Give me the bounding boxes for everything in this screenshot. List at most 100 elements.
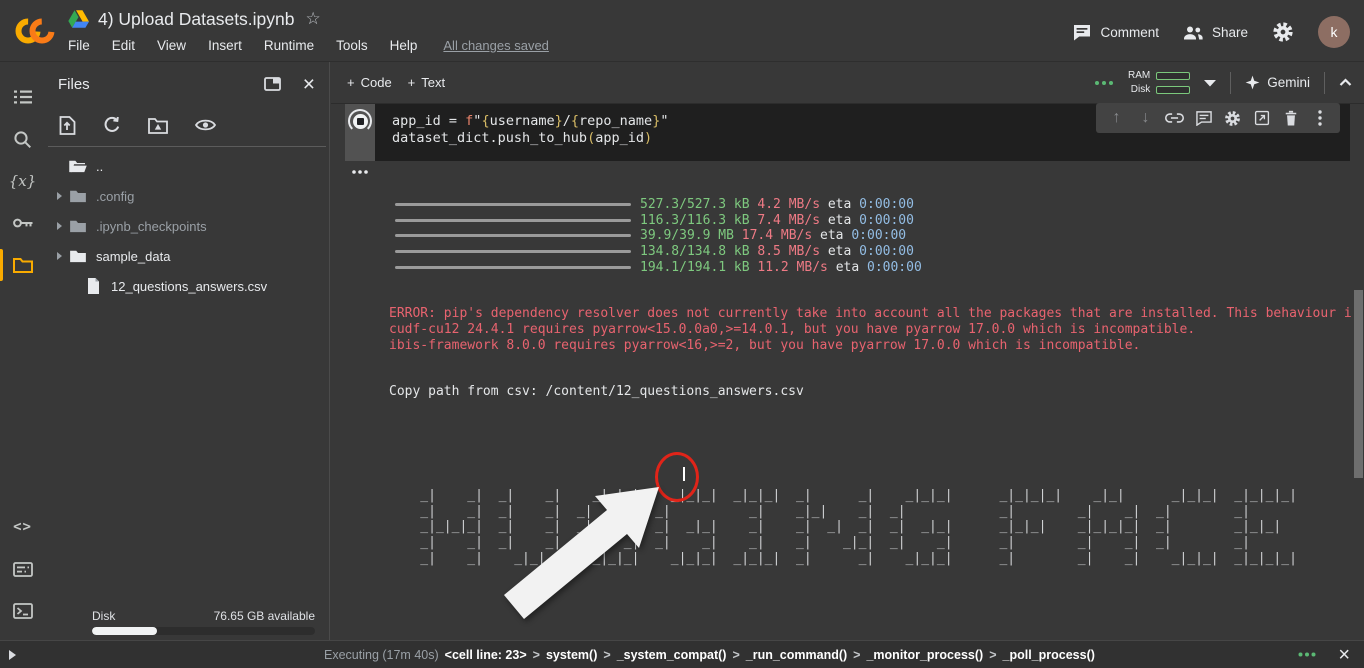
mount-drive-icon[interactable] <box>148 117 168 134</box>
progress-row: 194.1/194.1 kB 11.2 MB/s eta 0:00:00 <box>389 260 1351 276</box>
ram-gauge <box>1156 72 1190 80</box>
hidden-files-eye-icon[interactable] <box>195 118 216 132</box>
progress-amount: 39.9/39.9 MB <box>640 228 734 243</box>
refresh-icon[interactable] <box>103 116 121 134</box>
cell-settings-gear-icon[interactable] <box>1218 110 1247 127</box>
tree-row--config[interactable]: .config <box>45 181 329 211</box>
progress-eta-label: eta <box>820 228 843 243</box>
pip-error-block: ERROR: pip's dependency resolver does no… <box>389 306 1351 353</box>
menu-item-edit[interactable]: Edit <box>112 36 146 55</box>
star-icon[interactable]: ☆ <box>306 9 321 29</box>
mirror-cell-in-tab-icon[interactable] <box>1247 110 1276 126</box>
stack-frame[interactable]: <cell line: 23> <box>445 648 527 662</box>
command-palette-icon[interactable] <box>0 548 45 590</box>
cell-running-stop-button[interactable] <box>348 109 372 133</box>
expand-arrow-icon[interactable] <box>52 222 66 230</box>
disk-label: Disk <box>92 609 115 623</box>
stack-frame[interactable]: _poll_process() <box>1003 648 1095 662</box>
settings-gear-icon[interactable] <box>1272 21 1294 43</box>
table-of-contents-icon[interactable] <box>0 76 45 118</box>
more-vert-icon[interactable] <box>1305 110 1334 126</box>
saved-status[interactable]: All changes saved <box>443 38 549 53</box>
close-panel-icon[interactable]: × <box>303 74 315 95</box>
progress-eta-value: 0:00:00 <box>851 228 906 243</box>
triangle <box>57 222 62 230</box>
progress-eta-value: 0:00:00 <box>859 244 914 259</box>
link-cell-icon[interactable] <box>1160 112 1189 124</box>
files-icon[interactable] <box>0 244 45 286</box>
colab-app: 4) Upload Datasets.ipynb ☆ File Edit View I… <box>0 0 1364 668</box>
status-bar: Executing (17m 40s) <cell line: 23>>syst… <box>0 640 1364 668</box>
progress-speed: 11.2 MB/s <box>757 260 827 275</box>
progress-bar <box>395 203 631 206</box>
plus-icon: + <box>347 75 355 90</box>
code-token: app_id <box>595 130 644 146</box>
notebook-toolbar: +Code +Text RAM Disk Gemini <box>331 62 1364 104</box>
comment-button[interactable]: Comment <box>1073 24 1159 41</box>
stack-frame[interactable]: _run_command() <box>746 648 847 662</box>
tree-row-12-questions-answers-csv[interactable]: 12_questions_answers.csv <box>45 271 329 301</box>
notebook-scrollbar-thumb[interactable] <box>1354 290 1363 478</box>
tree-row-sample-data[interactable]: sample_data <box>45 241 329 271</box>
status-dots-icon[interactable] <box>1298 652 1316 657</box>
menu-item-help[interactable]: Help <box>390 36 429 55</box>
close-status-icon[interactable]: × <box>1338 645 1350 665</box>
menu-item-view[interactable]: View <box>157 36 197 55</box>
colab-logo[interactable] <box>13 14 57 48</box>
comment-cell-icon[interactable] <box>1189 111 1218 126</box>
gemini-button[interactable]: Gemini <box>1245 75 1310 90</box>
menu-item-tools[interactable]: Tools <box>336 36 379 55</box>
tree-row--[interactable]: .. <box>45 151 329 181</box>
progress-row: 134.8/134.8 kB 8.5 MB/s eta 0:00:00 <box>389 244 1351 260</box>
variables-icon[interactable]: {x} <box>0 160 45 202</box>
expand-arrow-icon[interactable] <box>52 192 66 200</box>
folder-icon <box>66 219 90 233</box>
progress-speed: 8.5 MB/s <box>757 244 820 259</box>
share-button[interactable]: Share <box>1183 24 1248 40</box>
chevron-down-icon[interactable] <box>1204 79 1216 87</box>
notebook-pane: +Code +Text RAM Disk Gemini <box>331 62 1364 640</box>
notebook-title[interactable]: 4) Upload Datasets.ipynb <box>98 9 295 30</box>
disk-gauge <box>1156 86 1190 94</box>
upload-file-icon[interactable] <box>59 116 76 135</box>
error-line: cudf-cu12 24.4.1 requires pyarrow<15.0.0… <box>389 322 1351 338</box>
move-cell-down-icon[interactable]: ↓ <box>1131 109 1160 127</box>
search-icon[interactable] <box>0 118 45 160</box>
progress-speed: 7.4 MB/s <box>757 213 820 228</box>
delete-cell-trash-icon[interactable] <box>1276 110 1305 126</box>
collapse-chevron-up-icon[interactable] <box>1339 78 1352 87</box>
stack-frame[interactable]: _system_compat() <box>617 648 727 662</box>
menu-item-runtime[interactable]: Runtime <box>264 36 325 55</box>
code-token: ( <box>587 130 595 146</box>
menu-item-file[interactable]: File <box>68 36 101 55</box>
progress-row: 39.9/39.9 MB 17.4 MB/s eta 0:00:00 <box>389 228 1351 244</box>
progress-bar <box>395 234 631 237</box>
terminal-icon[interactable] <box>0 590 45 632</box>
expand-arrow-icon[interactable] <box>52 252 66 260</box>
expand-arrow-icon[interactable] <box>9 650 16 660</box>
file-icon <box>81 278 105 294</box>
menu-item-insert[interactable]: Insert <box>208 36 253 55</box>
code-token: { <box>481 113 489 129</box>
move-cell-up-icon[interactable]: ↑ <box>1102 109 1131 127</box>
tree-label: .. <box>96 159 103 174</box>
resource-gauges[interactable]: RAM Disk <box>1128 70 1190 95</box>
progress-row: 116.3/116.3 kB 7.4 MB/s eta 0:00:00 <box>389 213 1351 229</box>
code-token: ) <box>644 130 652 146</box>
dock-panel-icon[interactable] <box>264 77 281 91</box>
connected-dots-icon[interactable] <box>1094 80 1114 86</box>
triangle <box>57 192 62 200</box>
folder-icon <box>66 189 90 203</box>
stack-frame[interactable]: _monitor_process() <box>866 648 983 662</box>
code-snippets-icon[interactable]: <> <box>0 506 45 548</box>
left-rail: {x} <> <box>0 62 45 640</box>
secrets-key-icon[interactable] <box>0 202 45 244</box>
add-text-button[interactable]: +Text <box>408 75 445 90</box>
avatar[interactable]: k <box>1318 16 1350 48</box>
add-code-button[interactable]: +Code <box>347 75 392 90</box>
progress-bar <box>395 219 631 222</box>
code-token: app_id = <box>392 113 465 129</box>
stack-frame[interactable]: system() <box>546 648 597 662</box>
tree-row--ipynb-checkpoints[interactable]: .ipynb_checkpoints <box>45 211 329 241</box>
progress-bar <box>395 250 631 253</box>
